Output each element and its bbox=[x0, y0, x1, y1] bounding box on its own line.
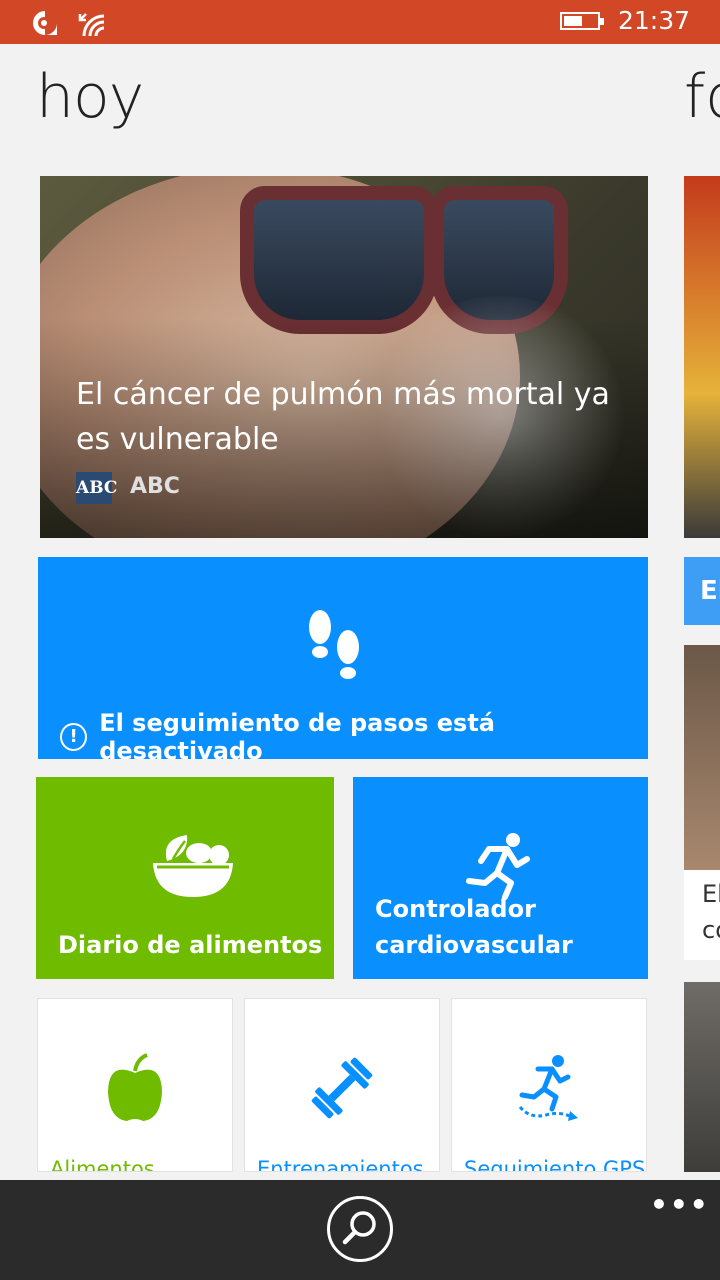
next-panel-photo[interactable] bbox=[684, 645, 720, 870]
next-pivot-title[interactable]: fo bbox=[684, 62, 720, 132]
news-card[interactable]: El cáncer de pulmón más mortal ya es vul… bbox=[40, 176, 648, 538]
more-options-button[interactable]: ••• bbox=[650, 1188, 710, 1221]
foods-label: Alimentos bbox=[50, 1157, 155, 1172]
salad-bowl-icon bbox=[153, 835, 233, 897]
gps-tracking-tile[interactable]: Seguimiento GPS bbox=[451, 998, 647, 1172]
page-title: hoy bbox=[36, 62, 144, 132]
source-name: ABC bbox=[130, 474, 180, 499]
cardio-label-line1: Controlador bbox=[375, 895, 536, 923]
dumbbell-icon bbox=[311, 1057, 373, 1119]
next-panel-news-card[interactable] bbox=[684, 176, 720, 538]
search-button[interactable] bbox=[327, 1196, 393, 1262]
next-panel-tile[interactable]: El bbox=[684, 557, 720, 625]
search-icon bbox=[342, 1211, 376, 1245]
source-logo: ABC bbox=[76, 472, 117, 504]
apple-icon bbox=[108, 1053, 162, 1121]
foods-tile[interactable]: Alimentos bbox=[37, 998, 233, 1172]
next-panel-photo-2[interactable] bbox=[684, 982, 720, 1172]
step-tracking-tile[interactable]: ! El seguimiento de pasos está desactiva… bbox=[38, 557, 648, 765]
step-tracking-message: El seguimiento de pasos está desactivado bbox=[99, 709, 495, 765]
workouts-tile[interactable]: Entrenamientos bbox=[244, 998, 440, 1172]
food-diary-label: Diario de alimentos bbox=[58, 931, 323, 959]
wifi-icon bbox=[78, 13, 105, 37]
workouts-label: Entrenamientos bbox=[257, 1157, 424, 1172]
gps-runner-icon bbox=[518, 1055, 578, 1121]
footprints-icon bbox=[309, 610, 359, 679]
notification-icon bbox=[33, 11, 57, 35]
clock: 21:37 bbox=[617, 6, 690, 35]
info-icon: ! bbox=[60, 723, 88, 751]
gps-tracking-label: Seguimiento GPS bbox=[464, 1157, 646, 1172]
news-headline: El cáncer de pulmón más mortal ya es vul… bbox=[76, 377, 610, 457]
app-bar: ••• bbox=[0, 1180, 720, 1280]
cardio-label-line2: cardiovascular bbox=[375, 931, 573, 959]
status-bar: 21:37 bbox=[0, 0, 720, 44]
food-diary-tile[interactable]: Diario de alimentos bbox=[36, 777, 334, 979]
cardio-tracker-tile[interactable]: Controlador cardiovascular bbox=[353, 777, 648, 979]
next-panel-card[interactable]: El co bbox=[684, 870, 720, 960]
battery-icon bbox=[559, 11, 604, 30]
